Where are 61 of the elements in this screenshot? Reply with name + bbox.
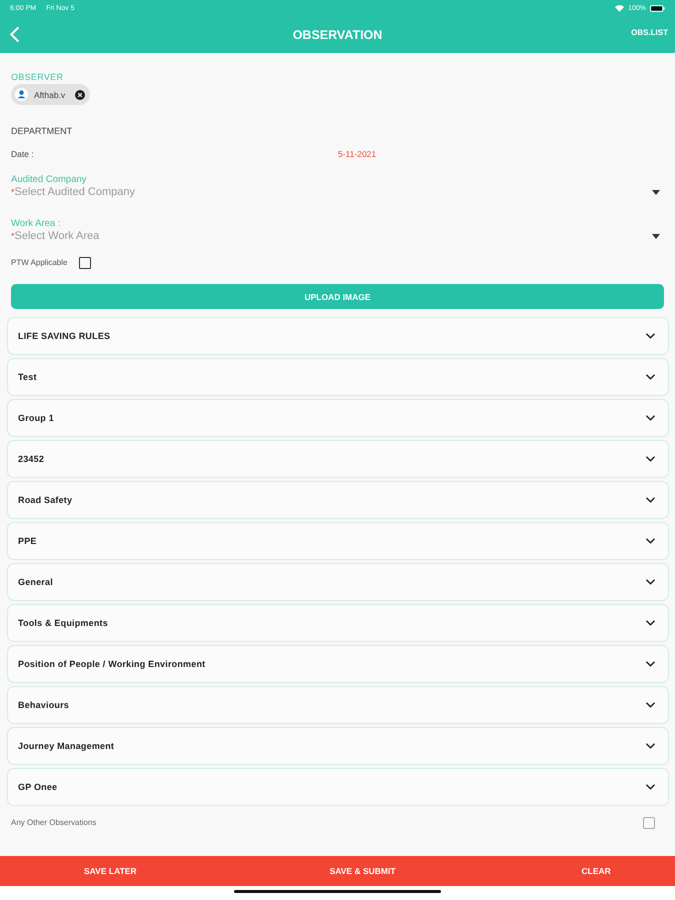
ptw-checkbox[interactable] (79, 256, 92, 268)
section-title: LIFE SAVING RULES (18, 331, 112, 341)
section-title: Journey Management (18, 741, 116, 751)
field-label: Work Area : (11, 218, 62, 230)
field-label: Audited Company (11, 174, 88, 186)
section-title: PPE (18, 536, 38, 546)
section-title: 23452 (18, 454, 46, 464)
accordion-section[interactable]: 23452 (7, 440, 669, 478)
chevron-icon (646, 620, 655, 626)
ptw-label: PTW Applicable (11, 258, 68, 267)
section-title: Group 1 (18, 413, 55, 423)
chevron-icon (646, 374, 655, 380)
caret-icon (652, 234, 660, 239)
accordion-section[interactable]: General (7, 563, 669, 601)
section-title: General (18, 577, 54, 587)
footer-button[interactable]: SAVE & SUBMIT (326, 859, 400, 883)
other-observations-checkbox[interactable] (643, 816, 655, 828)
accordion-section[interactable]: Behaviours (7, 686, 669, 724)
remove-icon[interactable] (75, 90, 86, 100)
person-icon (15, 88, 28, 101)
section-title: Position of People / Working Environment (18, 659, 206, 669)
chevron-icon (646, 784, 655, 790)
footer-button[interactable]: CLEAR (578, 859, 615, 883)
observer-label: OBSERVER (11, 71, 64, 83)
chevron-icon (646, 538, 655, 544)
accordion-section[interactable]: GP Onee (7, 768, 669, 806)
select-dropdown[interactable]: *Select Audited Company (11, 186, 675, 199)
accordion-section[interactable]: Test (7, 358, 669, 396)
section-title: Road Safety (18, 495, 74, 505)
accordion-section[interactable]: PPE (7, 522, 669, 560)
chevron-icon (646, 702, 655, 708)
battery-icon (650, 4, 665, 12)
section-title: GP Onee (18, 782, 58, 792)
accordion-section[interactable]: Road Safety (7, 481, 669, 519)
caret-icon (652, 190, 660, 195)
screen-title: OBSERVATION (292, 28, 382, 42)
chevron-icon (646, 579, 655, 585)
section-title: Test (18, 372, 38, 382)
accordion-section[interactable]: Journey Management (7, 727, 669, 765)
date-label: Date : (11, 148, 35, 160)
date-value: 5-11-2021 (338, 148, 376, 160)
observer-name: Afthab.v (34, 90, 66, 100)
chevron-icon (646, 333, 655, 339)
accordion-section[interactable]: Position of People / Working Environment (7, 645, 669, 683)
select-dropdown[interactable]: *Select Work Area (11, 230, 675, 243)
other-observations-label: Any Other Observations (11, 818, 98, 827)
section-title: Tools & Equipments (18, 618, 109, 628)
chevron-icon (646, 497, 655, 503)
chevron-icon (646, 661, 655, 667)
chevron-icon (646, 415, 655, 421)
back-chevron-icon (10, 27, 19, 42)
wifi-icon (615, 4, 624, 12)
observer-chip[interactable]: Afthab.v (11, 84, 90, 105)
section-title: Behaviours (18, 700, 70, 710)
accordion-section[interactable]: Tools & Equipments (7, 604, 669, 642)
footer-button[interactable]: SAVE LATER (80, 859, 141, 883)
chevron-icon (646, 456, 655, 462)
chevron-icon (646, 743, 655, 749)
accordion-section[interactable]: Group 1 (7, 399, 669, 437)
accordion-section[interactable]: LIFE SAVING RULES (7, 317, 669, 355)
department-label: DEPARTMENT (11, 125, 74, 137)
